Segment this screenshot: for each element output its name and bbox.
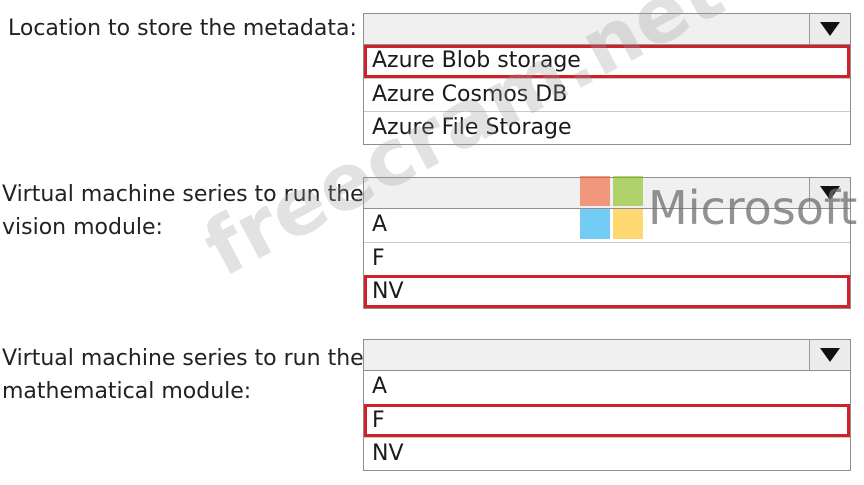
question-1-dropdown-button[interactable] (809, 14, 850, 44)
question-3-label-line-1: Virtual machine series to run the (2, 346, 364, 371)
question-1-label: Location to store the metadata: (8, 16, 357, 41)
question-1-options: Azure Blob storage Azure Cosmos DB Azure… (363, 45, 851, 145)
question-2-dropdown[interactable] (363, 177, 851, 209)
question-3-option-a[interactable]: A (364, 371, 850, 404)
question-2-label-line-2: vision module: (2, 215, 163, 240)
triangle-down-icon (820, 186, 840, 200)
question-3-option-nv[interactable]: NV (364, 437, 850, 470)
question-2-option-nv[interactable]: NV (364, 275, 850, 308)
question-3-dropdown-button[interactable] (809, 340, 850, 370)
question-3-options: A F NV (363, 371, 851, 471)
question-3-label-line-2: mathematical module: (2, 379, 252, 404)
question-2-option-a[interactable]: A (364, 209, 850, 242)
triangle-down-icon (820, 22, 840, 36)
triangle-down-icon (820, 348, 840, 362)
question-1-option-azure-file-storage[interactable]: Azure File Storage (364, 111, 850, 144)
question-1-option-azure-cosmos-db[interactable]: Azure Cosmos DB (364, 78, 850, 111)
question-3-dropdown[interactable] (363, 339, 851, 371)
question-1-dropdown[interactable] (363, 13, 851, 45)
question-2-option-f[interactable]: F (364, 242, 850, 275)
question-2-label-line-1: Virtual machine series to run the (2, 182, 364, 207)
question-2-options: A F NV (363, 209, 851, 309)
question-1-option-azure-blob-storage[interactable]: Azure Blob storage (364, 45, 850, 78)
question-3-option-f[interactable]: F (364, 404, 850, 437)
question-2-dropdown-button[interactable] (809, 178, 850, 208)
